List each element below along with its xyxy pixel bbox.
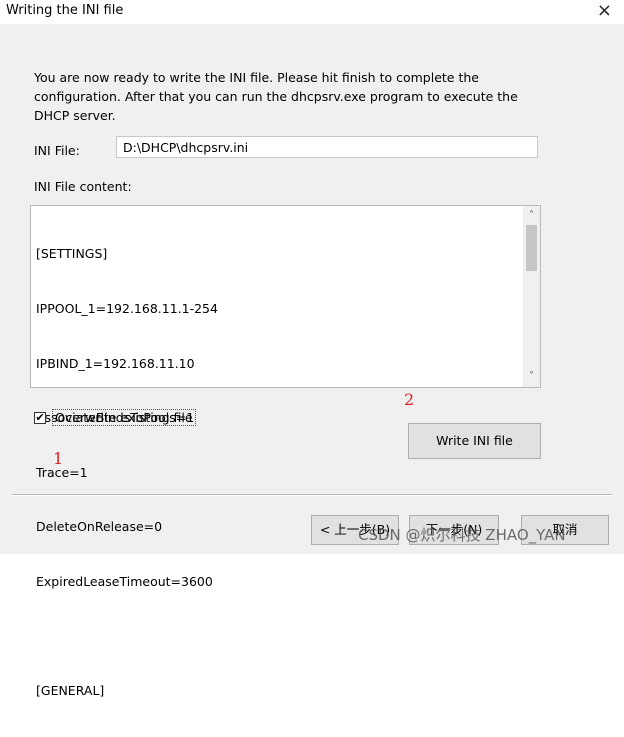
vertical-scrollbar[interactable]: ˄ ˅ <box>523 206 540 387</box>
ini-line <box>36 628 218 646</box>
scroll-down-icon[interactable]: ˅ <box>523 369 540 385</box>
ini-line: ExpiredLeaseTimeout=3600 <box>36 574 213 590</box>
window-title: Writing the INI file <box>6 3 124 18</box>
dialog-body: You are now ready to write the INI file.… <box>0 24 624 698</box>
ini-line: IPBIND_1=192.168.11.10 <box>36 355 195 371</box>
ini-file-input[interactable]: D:\DHCP\dhcpsrv.ini <box>116 136 538 158</box>
scroll-up-icon[interactable]: ˄ <box>523 208 540 224</box>
overwrite-checkbox[interactable]: ✔ <box>34 412 46 424</box>
close-icon[interactable]: × <box>597 1 612 21</box>
intro-text: You are now ready to write the INI file.… <box>34 70 518 123</box>
ini-content-textarea[interactable]: [SETTINGS] IPPOOL_1=192.168.11.1-254 IPB… <box>30 205 541 698</box>
ini-line: [SETTINGS] <box>36 246 108 262</box>
ini-line: DeleteOnRelease=0 <box>36 519 163 535</box>
overwrite-checkbox-label[interactable]: Overwrite existing file <box>52 409 196 426</box>
ini-file-label: INI File: <box>34 143 80 158</box>
annotation-1: 1 <box>53 449 64 468</box>
ini-content-lines: [SETTINGS] IPPOOL_1=192.168.11.1-254 IPB… <box>36 209 218 737</box>
scrollbar-thumb[interactable] <box>526 225 537 271</box>
watermark: CSDN @炽尔科技 ZHAO_YAN <box>358 526 566 544</box>
ini-line: [GENERAL] <box>36 683 105 699</box>
ini-line: Trace=1 <box>36 464 88 480</box>
title-bar: Writing the INI file × <box>0 0 624 24</box>
divider <box>12 494 612 496</box>
annotation-2: 2 <box>404 390 415 409</box>
ini-line: IPPOOL_1=192.168.11.1-254 <box>36 301 218 317</box>
write-ini-button[interactable]: Write INI file <box>408 423 541 459</box>
ini-content-label: INI File content: <box>34 179 132 194</box>
